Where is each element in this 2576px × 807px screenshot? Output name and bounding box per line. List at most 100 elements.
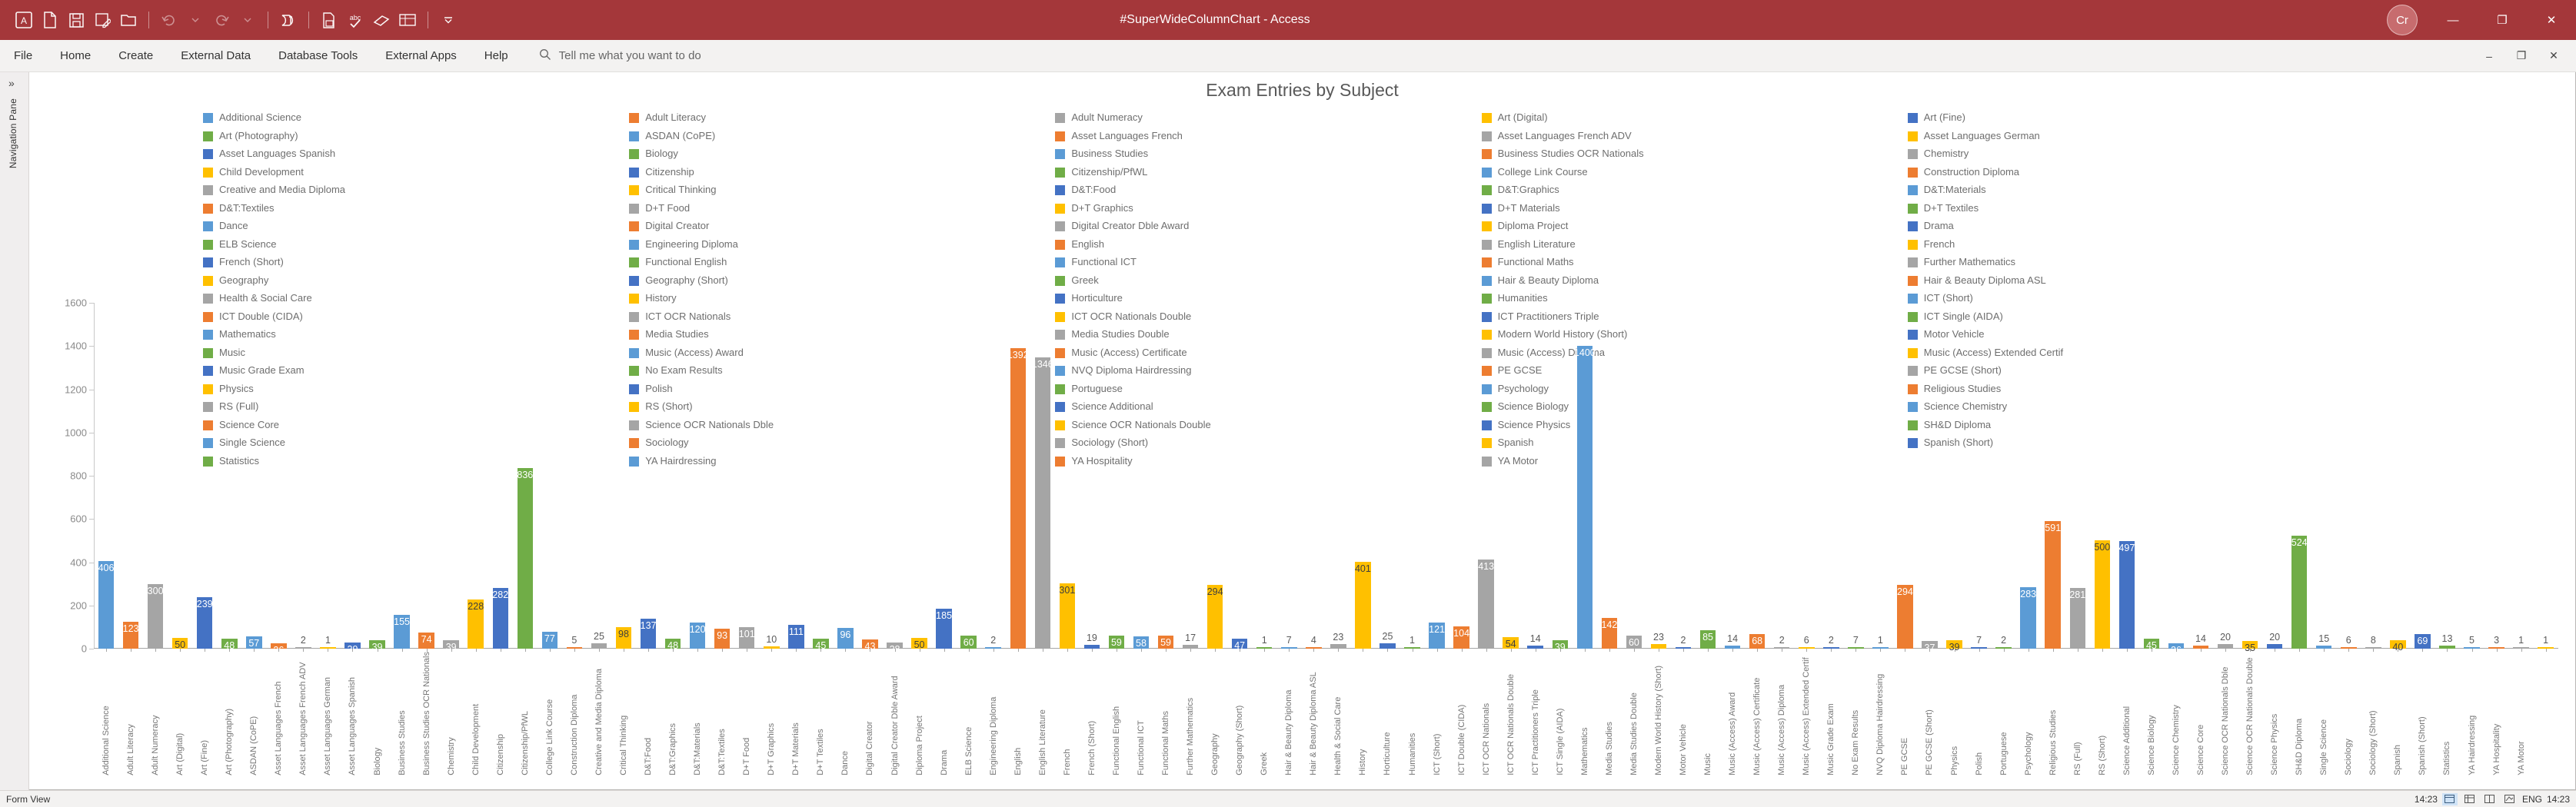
redo-dropdown-icon[interactable] xyxy=(235,7,261,33)
legend-item[interactable]: ASDAN (CoPE) xyxy=(629,130,1055,148)
legend-item[interactable]: Drama xyxy=(1907,220,2334,238)
bar[interactable]: 58 xyxy=(1133,636,1150,649)
bar[interactable]: 500 xyxy=(2094,540,2110,649)
bar-slot[interactable]: 68 xyxy=(1745,303,1769,652)
bar-slot[interactable]: 19 xyxy=(1080,303,1104,652)
bar-slot[interactable]: 1 xyxy=(1868,303,1892,652)
legend-item[interactable]: Diploma Project xyxy=(1481,220,1908,238)
quick-access-toolbar[interactable]: A abc xyxy=(0,7,461,33)
legend-item[interactable]: English Literature xyxy=(1481,238,1908,257)
bar-slot[interactable]: 239 xyxy=(192,303,217,652)
legend-item[interactable]: Geography xyxy=(203,274,629,293)
legend-item[interactable]: Asset Languages German xyxy=(1907,130,2334,148)
legend-item[interactable]: ELB Science xyxy=(203,238,629,257)
bar-slot[interactable]: 2 xyxy=(1992,303,2016,652)
bar[interactable]: 59 xyxy=(1108,636,1125,649)
bar[interactable]: 26 xyxy=(2168,643,2185,656)
bar[interactable]: 294 xyxy=(1897,585,1913,649)
bar[interactable]: 1346 xyxy=(1032,357,1053,649)
bar-slot[interactable]: 5 xyxy=(2460,303,2484,652)
account-avatar[interactable]: Cr xyxy=(2387,5,2418,35)
bar-slot[interactable]: 142 xyxy=(1597,303,1622,652)
bar-slot[interactable]: 155 xyxy=(390,303,414,652)
legend-item[interactable]: Art (Digital) xyxy=(1481,111,1908,130)
bar-slot[interactable]: 121 xyxy=(1425,303,1449,652)
legend-item[interactable]: Hair & Beauty Diploma ASL xyxy=(1907,274,2334,293)
bar-slot[interactable]: 20 xyxy=(2262,303,2287,652)
bar-slot[interactable]: 294 xyxy=(1203,303,1227,652)
legend-item[interactable]: College Link Course xyxy=(1481,166,1908,184)
bar-slot[interactable]: 35 xyxy=(2238,303,2262,653)
bar[interactable]: 77 xyxy=(541,632,558,649)
bar-slot[interactable]: 23 xyxy=(1646,303,1671,652)
bar[interactable]: 26 xyxy=(271,643,287,656)
bar-slot[interactable]: 45 xyxy=(2139,303,2164,652)
legend-item[interactable]: Art (Fine) xyxy=(1907,111,2334,130)
legend-item[interactable]: French (Short) xyxy=(203,256,629,274)
maximize-button[interactable]: ❐ xyxy=(2478,0,2527,40)
bar-slot[interactable]: 2 xyxy=(291,303,315,652)
bar-slot[interactable]: 48 xyxy=(661,303,685,652)
bar-slot[interactable]: 43 xyxy=(857,303,882,652)
bar-slot[interactable]: 96 xyxy=(833,303,857,652)
ribbon-tab-bar[interactable]: File Home Create External Data Database … xyxy=(0,40,2576,72)
redo-icon[interactable] xyxy=(208,7,235,33)
access-logo-icon[interactable]: A xyxy=(11,7,37,33)
bar-slot[interactable]: 60 xyxy=(1622,303,1646,652)
bar[interactable]: 39 xyxy=(443,640,459,653)
bar-slot[interactable]: 39 xyxy=(1942,303,1967,653)
bar-slot[interactable]: 14 xyxy=(1523,303,1548,652)
save-as-icon[interactable] xyxy=(89,7,115,33)
bar-slot[interactable]: 500 xyxy=(2090,303,2115,652)
bar[interactable]: 35 xyxy=(2242,641,2258,653)
status-bar-right[interactable]: 14:23 ENG 14:23 xyxy=(2415,792,2570,805)
legend-item[interactable]: Creative and Media Diploma xyxy=(203,184,629,202)
bar-slot[interactable]: 15 xyxy=(2311,303,2336,652)
bar-slot[interactable]: 54 xyxy=(1499,303,1523,652)
bar[interactable]: 50 xyxy=(911,637,927,650)
bar-slot[interactable]: 93 xyxy=(710,303,734,652)
legend-item[interactable]: Asset Languages French ADV xyxy=(1481,130,1908,148)
bar[interactable]: 74 xyxy=(418,633,434,649)
bar-slot[interactable]: 406 xyxy=(94,303,118,652)
legend-item[interactable]: Functional Maths xyxy=(1481,256,1908,274)
ribbon-tab-home[interactable]: Home xyxy=(46,40,105,72)
bar-slot[interactable]: 524 xyxy=(2287,303,2311,652)
legend-item[interactable]: Adult Literacy xyxy=(629,111,1055,130)
legend-item[interactable]: Child Development xyxy=(203,166,629,184)
bar-slot[interactable]: 3 xyxy=(2484,303,2509,652)
legend-item[interactable]: Construction Diploma xyxy=(1907,166,2334,184)
bar-slot[interactable]: 20 xyxy=(2213,303,2238,652)
bar-slot[interactable]: 2 xyxy=(1769,303,1794,652)
bar-slot[interactable]: 40 xyxy=(2385,303,2410,653)
ribbon-window-controls[interactable]: – ❐ ✕ xyxy=(2474,42,2576,71)
navigation-pane[interactable]: » Navigation Pane xyxy=(0,72,29,790)
bar[interactable]: 25 xyxy=(1380,631,1396,649)
bar-slot[interactable]: 25 xyxy=(587,303,611,652)
legend-item[interactable]: D+T Food xyxy=(629,202,1055,221)
tell-me-search[interactable]: Tell me what you want to do xyxy=(539,48,701,64)
bar-slot[interactable]: 120 xyxy=(685,303,710,652)
bar-slot[interactable]: 7 xyxy=(1843,303,1868,652)
bar-slot[interactable]: 5 xyxy=(562,303,587,652)
legend-item[interactable]: D+T Materials xyxy=(1481,202,1908,221)
bar-slot[interactable]: 26 xyxy=(266,303,291,656)
legend-item[interactable]: D&T:Materials xyxy=(1907,184,2334,202)
bar-slot[interactable]: 283 xyxy=(2016,303,2041,652)
legend-item[interactable]: Citizenship xyxy=(629,166,1055,184)
legend-item[interactable]: Digital Creator Dble Award xyxy=(1055,220,1481,238)
bar-slot[interactable]: 1 xyxy=(1399,303,1424,652)
bar[interactable]: 39 xyxy=(1552,640,1569,653)
legend-item[interactable]: D&T:Textiles xyxy=(203,202,629,221)
customize-quick-access-toolbar-icon[interactable] xyxy=(435,7,461,33)
save-icon[interactable] xyxy=(63,7,89,33)
bar-slot[interactable]: 98 xyxy=(611,303,636,652)
bar[interactable]: 137 xyxy=(641,619,656,649)
bar[interactable]: 120 xyxy=(690,623,706,649)
ribbon-tab-external-data[interactable]: External Data xyxy=(167,40,265,72)
bar-slot[interactable]: 413 xyxy=(1474,303,1499,652)
legend-item[interactable]: Business Studies OCR Nationals xyxy=(1481,148,1908,166)
bar[interactable]: 497 xyxy=(2118,541,2135,649)
bar-slot[interactable]: 74 xyxy=(414,303,439,652)
minimize-button[interactable]: — xyxy=(2428,0,2478,40)
